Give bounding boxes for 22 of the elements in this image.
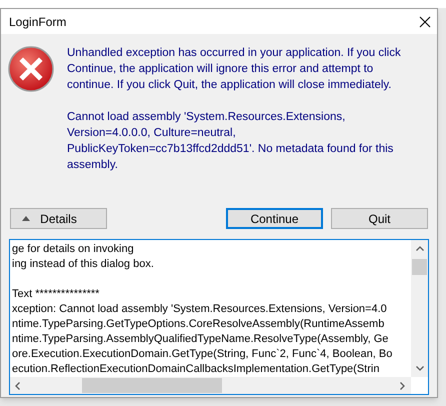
details-line: xception: Cannot load assembly 'System.Resources.Extensions, Version=4.0 — [12, 302, 387, 317]
dialog-button[interactable]: Continue — [226, 208, 323, 229]
details-line: Text *************** — [12, 287, 100, 302]
details-line: ing instead of this dialog box. — [12, 257, 154, 272]
scrollbar-thumb[interactable] — [82, 378, 222, 393]
details-button[interactable]: Details — [10, 208, 107, 229]
vertical-scrollbar[interactable] — [411, 240, 428, 377]
error-icon — [8, 46, 54, 92]
up-triangle-icon — [22, 216, 30, 221]
scrollbar-thumb[interactable] — [412, 259, 427, 275]
details-line: ore.Execution.ExecutionDomain.GetType(String, Func`2, Func`4, Boolean, Bo — [12, 347, 392, 362]
error-message: Unhandled exception has occurred in your application. If you click Continue, the application will ignore this error and attempt to continue. If you click Quit, the application will close immediately. — [67, 46, 402, 93]
horizontal-scrollbar[interactable] — [10, 377, 411, 394]
details-text-box[interactable] — [9, 239, 429, 395]
close-icon[interactable] — [419, 16, 431, 28]
details-line: ntime.TypeParsing.GetTypeOptions.CoreResolveAssembly(RuntimeAssemb — [12, 317, 384, 332]
error-message: Cannot load assembly 'System.Resources.Extensions, Version=4.0.0.0, Culture=neutral, PublicKeyToken=cc7b13ffcd2ddd51'. No metadata found for this assembly. — [67, 110, 394, 173]
window-title: LoginForm — [9, 14, 66, 30]
details-line: ecution.ReflectionExecutionDomainCallbacksImplementation.GetType(Strin — [12, 362, 380, 376]
dialog-button[interactable]: Quit — [331, 208, 428, 229]
details-line: ge for details on invoking — [12, 242, 134, 257]
details-line: ntime.TypeParsing.AssemblyQualifiedTypeName.ResolveType(Assembly, Ge — [12, 332, 388, 347]
